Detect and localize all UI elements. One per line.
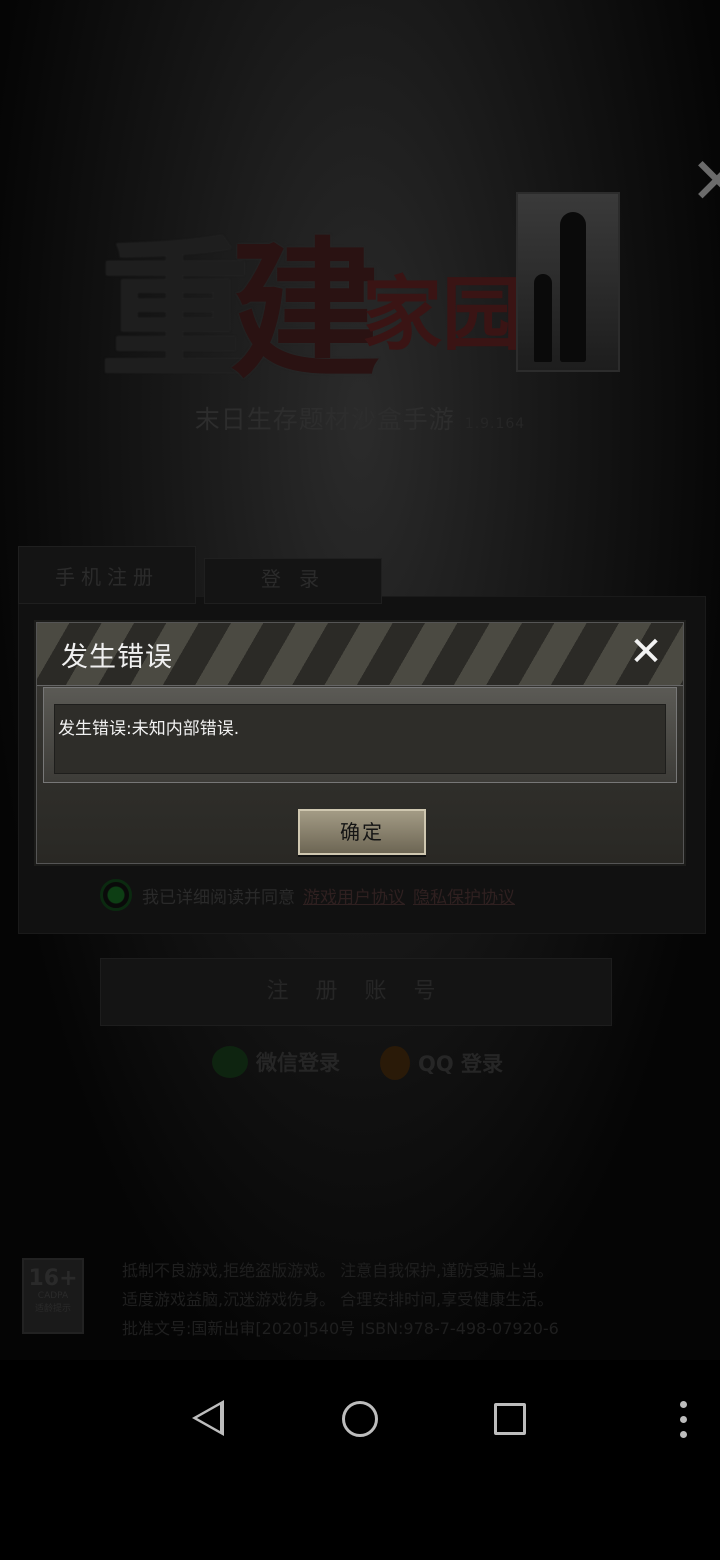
logo-char-1: 重 bbox=[100, 225, 250, 399]
user-agreement-link[interactable]: 游戏用户协议 bbox=[303, 883, 405, 908]
notice-line-2: 适度游戏益脑,沉迷游戏伤身。 合理安排时间,享受健康生活。 bbox=[122, 1290, 554, 1309]
privacy-policy-link[interactable]: 隐私保护协议 bbox=[413, 883, 515, 908]
notice-line-3: 批准文号:国新出审[2020]540号 ISBN:978-7-498-07920… bbox=[122, 1319, 559, 1338]
logo-small-chars: 家园 bbox=[362, 268, 522, 361]
logo-silhouette-panel bbox=[516, 192, 620, 372]
logo-char-2: 建 bbox=[230, 225, 380, 399]
home-icon[interactable] bbox=[342, 1401, 378, 1437]
back-icon[interactable] bbox=[192, 1400, 224, 1436]
age-number: 16+ bbox=[28, 1266, 78, 1291]
more-vert-icon[interactable] bbox=[680, 1401, 687, 1439]
recent-apps-icon[interactable] bbox=[494, 1403, 526, 1435]
confirm-button[interactable]: 确定 bbox=[298, 809, 426, 855]
background-close-icon[interactable]: ✕ bbox=[690, 150, 720, 220]
subtitle-text: 末日生存题材沙盒手游 bbox=[194, 405, 455, 434]
error-dialog: 发生错误 ✕ 发生错误:未知内部错误. 确定 bbox=[36, 622, 684, 864]
wechat-login-label: 微信登录 bbox=[256, 1051, 340, 1075]
agreement-row: 我已详细阅读并同意 游戏用户协议 隐私保护协议 bbox=[100, 878, 515, 912]
system-nav-bar bbox=[0, 1360, 720, 1480]
version-label: 1.9.164 bbox=[464, 416, 526, 432]
age-rating-badge: 16+ CADPA 适龄提示 bbox=[22, 1258, 84, 1334]
close-icon[interactable]: ✕ bbox=[625, 631, 667, 673]
dialog-title: 发生错误 bbox=[61, 642, 173, 673]
age-brand: CADPA bbox=[37, 1291, 69, 1301]
tab-login[interactable]: 登 录 bbox=[204, 558, 382, 604]
tab-phone-register[interactable]: 手机注册 bbox=[18, 546, 196, 604]
age-label: 适龄提示 bbox=[34, 1304, 71, 1314]
qq-icon bbox=[380, 1046, 410, 1080]
dialog-header: 发生错误 ✕ bbox=[37, 623, 683, 686]
game-subtitle: 末日生存题材沙盒手游 1.9.164 bbox=[0, 400, 720, 436]
agree-text: 我已详细阅读并同意 bbox=[142, 887, 295, 908]
error-message: 发生错误:未知内部错误. bbox=[58, 719, 240, 739]
game-logo: 重 建 家园 bbox=[100, 190, 620, 399]
wechat-login-button[interactable]: 微信登录 bbox=[212, 1046, 340, 1078]
agree-radio[interactable] bbox=[100, 879, 132, 911]
qq-login-button[interactable]: QQ 登录 bbox=[380, 1046, 503, 1080]
qq-login-label: QQ 登录 bbox=[418, 1052, 504, 1076]
register-button[interactable]: 注 册 账 号 bbox=[100, 958, 612, 1026]
wechat-icon bbox=[212, 1046, 248, 1078]
adult-silhouette bbox=[560, 212, 586, 362]
health-notice: 抵制不良游戏,拒绝盗版游戏。 注意自我保护,谨防受骗上当。 适度游戏益脑,沉迷游… bbox=[122, 1256, 642, 1343]
notice-line-1: 抵制不良游戏,拒绝盗版游戏。 注意自我保护,谨防受骗上当。 bbox=[122, 1261, 554, 1280]
child-silhouette bbox=[534, 274, 552, 362]
message-box: 发生错误:未知内部错误. bbox=[43, 687, 677, 783]
